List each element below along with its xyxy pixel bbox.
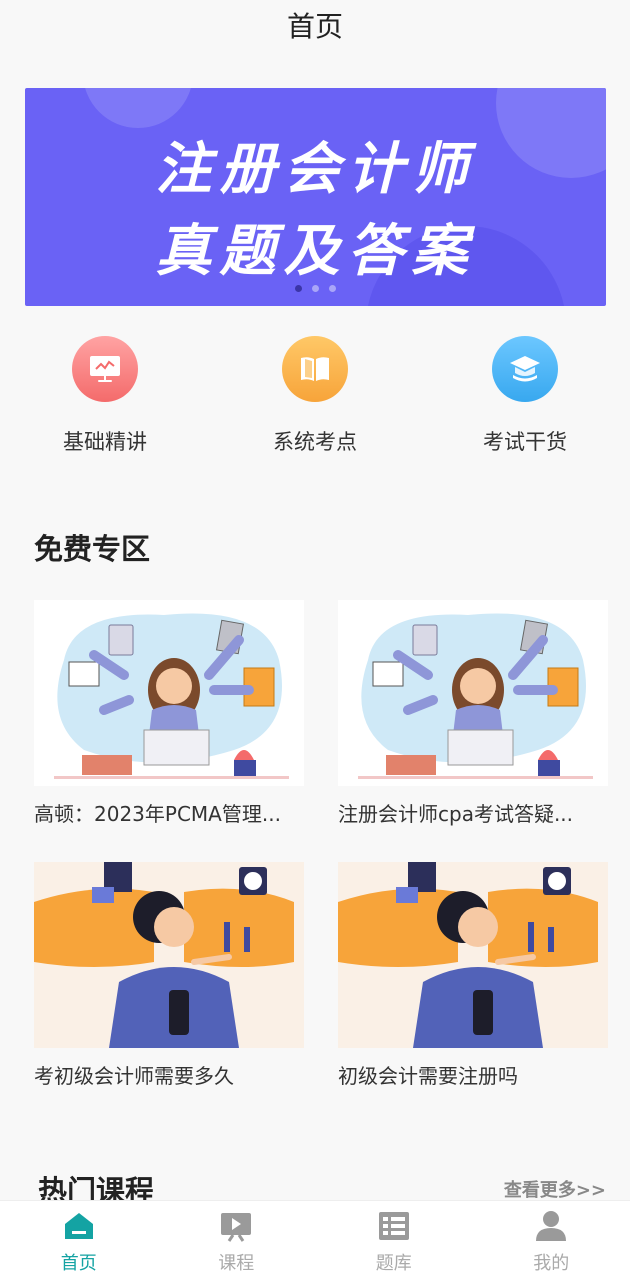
article-card[interactable]: 注册会计师cpa考试答疑... <box>338 600 608 827</box>
presentation-icon <box>72 336 138 402</box>
multitasking-woman-illustration <box>34 600 304 786</box>
tab-label: 课程 <box>218 1253 255 1274</box>
bottom-tab-bar: 首页 课程 题库 我的 <box>0 1200 630 1280</box>
article-card-caption: 初级会计需要注册吗 <box>338 1064 518 1088</box>
banner-title-line2: 真题及答案 <box>155 219 476 284</box>
carousel-dot[interactable] <box>312 285 319 292</box>
carousel-dot[interactable] <box>329 285 336 292</box>
article-card-caption: 高顿：2023年PCMA管理... <box>34 802 281 826</box>
woman-with-charts-illustration <box>338 862 608 1048</box>
page-title: 首页 <box>286 10 343 43</box>
tab-question-bank[interactable]: 题库 <box>315 1201 473 1280</box>
tab-label: 题库 <box>375 1253 412 1274</box>
book-icon <box>282 336 348 402</box>
banner-decoration <box>83 88 193 128</box>
user-icon <box>536 1211 567 1241</box>
home-icon <box>64 1213 93 1239</box>
quick-link-key-points[interactable]: 系统考点 <box>245 336 385 456</box>
quick-link-label: 基础精讲 <box>63 430 147 454</box>
quick-link-exam-tips[interactable]: 考试干货 <box>455 336 595 456</box>
tab-profile[interactable]: 我的 <box>473 1201 630 1280</box>
multitasking-woman-illustration <box>338 600 608 786</box>
tab-label: 我的 <box>533 1253 570 1274</box>
quick-link-label: 考试干货 <box>483 430 567 454</box>
app-header: 首页 <box>0 0 630 50</box>
carousel-dot[interactable] <box>295 285 302 292</box>
article-card-caption: 考初级会计师需要多久 <box>34 1064 234 1088</box>
tab-home[interactable]: 首页 <box>0 1201 158 1280</box>
banner-carousel[interactable]: 注册会计师 真题及答案 <box>25 88 606 306</box>
woman-with-charts-illustration <box>34 862 304 1048</box>
free-section-title: 免费专区 <box>34 532 151 566</box>
view-more-link[interactable]: 查看更多>> <box>504 1176 606 1202</box>
quick-link-label: 系统考点 <box>273 430 357 454</box>
quick-link-basic-lecture[interactable]: 基础精讲 <box>35 336 175 456</box>
banner-title-line1: 注册会计师 <box>155 137 476 202</box>
question-bank-icon <box>378 1212 409 1240</box>
graduation-cap-icon <box>492 336 558 402</box>
article-card[interactable]: 初级会计需要注册吗 <box>338 862 608 1089</box>
video-icon <box>221 1213 252 1242</box>
carousel-indicator <box>25 285 606 292</box>
tab-courses[interactable]: 课程 <box>158 1201 316 1280</box>
quick-links: 基础精讲 系统考点 考试干货 <box>0 336 630 466</box>
article-card[interactable]: 高顿：2023年PCMA管理... <box>34 600 304 827</box>
article-card[interactable]: 考初级会计师需要多久 <box>34 862 304 1089</box>
tab-label: 首页 <box>60 1253 97 1274</box>
article-card-caption: 注册会计师cpa考试答疑... <box>338 802 574 826</box>
